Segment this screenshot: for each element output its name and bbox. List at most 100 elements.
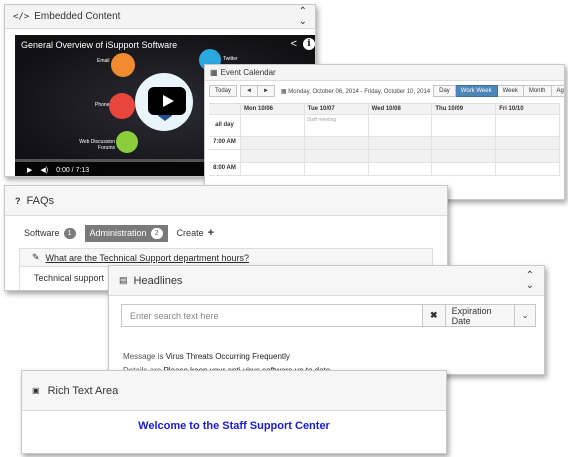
video-title: General Overview of iSupport Software xyxy=(21,40,178,50)
all-day-cell[interactable] xyxy=(432,115,497,137)
view-work-week[interactable]: Work Week xyxy=(455,85,498,97)
calendar-icon: ▦ xyxy=(210,68,218,77)
prev-button[interactable]: ◄ xyxy=(240,85,258,97)
calendar-event[interactable]: Staff meeting xyxy=(305,115,368,125)
time-label-empty xyxy=(209,150,241,163)
forums-label: Web Discussion Forums xyxy=(79,139,115,151)
view-agenda[interactable]: Agenda xyxy=(551,85,564,97)
share-icon[interactable]: < xyxy=(291,38,297,50)
chevron-down-icon[interactable]: ⌄ xyxy=(515,304,536,327)
time-slot[interactable] xyxy=(241,137,305,150)
time-label: 8:00 AM xyxy=(209,163,241,176)
time-slot[interactable] xyxy=(496,150,560,163)
calendar-toolbar: Today ◄ ► ▦ Monday, October 06, 2014 - F… xyxy=(205,81,564,101)
view-month[interactable]: Month xyxy=(523,85,552,97)
play-icon[interactable]: ▶ xyxy=(27,166,32,174)
faq-question-row[interactable]: ✎ What are the Technical Support departm… xyxy=(19,248,433,266)
headlines-header: ▤ Headlines ⌃ ⌄ xyxy=(109,266,544,296)
view-week[interactable]: Week xyxy=(497,85,524,97)
date-range-label: Monday, October 06, 2014 - Friday, Octob… xyxy=(288,88,431,95)
time-slot[interactable] xyxy=(496,137,560,150)
view-day[interactable]: Day xyxy=(433,85,456,97)
all-day-cell[interactable]: Staff meeting xyxy=(304,115,369,137)
time-slot[interactable] xyxy=(368,150,433,163)
headlines-panel: ▤ Headlines ⌃ ⌄ Enter search text here ✖ … xyxy=(108,265,545,375)
all-day-label: all day xyxy=(209,115,241,137)
day-header: Wed 10/08 xyxy=(368,104,433,115)
tab-label: Administration xyxy=(89,228,147,238)
rich-text-panel: ▣ Rich Text Area Welcome to the Staff Su… xyxy=(21,370,447,454)
time-slot[interactable] xyxy=(432,163,497,176)
all-day-cell[interactable] xyxy=(368,115,433,137)
all-day-cell[interactable] xyxy=(241,115,305,137)
phone-bubble xyxy=(109,93,135,119)
time-slot[interactable] xyxy=(304,150,369,163)
calendar-grid: Mon 10/06 Tue 10/07 Wed 10/08 Thu 10/09 … xyxy=(209,103,560,176)
event-calendar-title: Event Calendar xyxy=(220,68,276,77)
corner-cell xyxy=(209,104,241,115)
create-button[interactable]: Create + xyxy=(172,224,219,242)
time-label: 7:00 AM xyxy=(209,137,241,150)
code-icon: </> xyxy=(13,11,30,22)
expiration-date-filter[interactable]: Expiration Date xyxy=(445,304,516,327)
forums-bubble xyxy=(116,131,138,153)
plus-icon: + xyxy=(207,227,215,239)
tab-count-badge: 1 xyxy=(63,227,76,239)
create-label: Create xyxy=(176,228,204,238)
faqs-title: FAQs xyxy=(26,194,55,207)
next-button[interactable]: ► xyxy=(257,85,275,97)
date-range[interactable]: ▦ Monday, October 06, 2014 - Friday, Oct… xyxy=(281,88,430,95)
search-input[interactable]: Enter search text here xyxy=(121,304,422,327)
headlines-title: Headlines xyxy=(133,274,183,287)
clear-search-button[interactable]: ✖ xyxy=(422,304,446,327)
welcome-text: Welcome to the Staff Support Center xyxy=(138,420,330,432)
twitter-label: Twitter xyxy=(223,56,238,62)
document-icon: ▣ xyxy=(32,386,40,395)
today-button[interactable]: Today xyxy=(209,85,238,97)
view-switcher: Day Work Week Week Month Agenda xyxy=(433,85,564,97)
message-value: Virus Threats Occurring Frequently xyxy=(165,352,290,361)
collapse-icon[interactable]: ⌃ ⌄ xyxy=(299,6,307,27)
time-slot[interactable] xyxy=(368,163,433,176)
tab-administration[interactable]: Administration 2 xyxy=(84,224,168,242)
faq-tabs: Software 1 Administration 2 Create + xyxy=(5,222,447,244)
time-slot[interactable] xyxy=(368,137,433,150)
day-header: Fri 10/10 xyxy=(496,104,560,115)
day-header: Tue 10/07 xyxy=(304,104,369,115)
news-icon: ▤ xyxy=(119,275,128,285)
time-slot[interactable] xyxy=(432,137,497,150)
message-label: Message is xyxy=(123,352,166,361)
rich-text-title: Rich Text Area xyxy=(47,384,119,397)
time-slot[interactable] xyxy=(496,163,560,176)
question-icon: ? xyxy=(15,195,21,206)
tab-software[interactable]: Software 1 xyxy=(19,225,81,242)
rich-text-header: ▣ Rich Text Area xyxy=(22,371,446,411)
volume-icon[interactable]: ◀) xyxy=(40,166,48,174)
embedded-content-header: </> Embedded Content ⌃ ⌄ xyxy=(5,5,315,29)
embedded-content-title: Embedded Content xyxy=(34,11,121,22)
time-slot[interactable] xyxy=(241,150,305,163)
day-header: Mon 10/06 xyxy=(241,104,305,115)
tab-count-badge: 2 xyxy=(150,227,163,239)
time-slot[interactable] xyxy=(304,163,369,176)
video-time: 0:00 / 7:13 xyxy=(56,166,90,174)
collapse-icon[interactable]: ⌃ ⌄ xyxy=(526,270,534,291)
pencil-icon[interactable]: ✎ xyxy=(32,252,40,263)
headline-message: Message is Virus Threats Occurring Frequ… xyxy=(123,350,544,364)
info-icon[interactable]: i xyxy=(303,38,315,50)
email-label: Email xyxy=(97,58,110,64)
all-day-cell[interactable] xyxy=(496,115,560,137)
day-header: Thu 10/09 xyxy=(432,104,497,115)
phone-label: Phone xyxy=(95,102,110,108)
play-button[interactable] xyxy=(148,87,186,115)
time-slot[interactable] xyxy=(241,163,305,176)
email-bubble xyxy=(111,53,135,77)
time-slot[interactable] xyxy=(304,137,369,150)
faq-question-link[interactable]: What are the Technical Support departmen… xyxy=(46,253,249,263)
time-slot[interactable] xyxy=(432,150,497,163)
event-calendar-header: ▦ Event Calendar xyxy=(205,65,564,81)
event-calendar-panel: ▦ Event Calendar Today ◄ ► ▦ Monday, Oct… xyxy=(204,64,565,200)
search-row: Enter search text here ✖ Expiration Date… xyxy=(121,304,536,327)
tab-label: Software xyxy=(24,228,60,238)
faqs-header: ? FAQs xyxy=(5,186,447,216)
